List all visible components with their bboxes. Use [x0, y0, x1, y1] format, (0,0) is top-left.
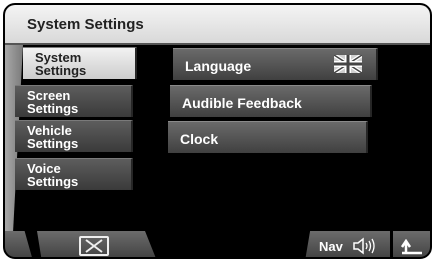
sidebar-item-label: Vehicle Settings — [27, 123, 79, 151]
close-button[interactable] — [37, 231, 157, 257]
left-tab — [5, 231, 33, 257]
nav-label: Nav — [319, 239, 343, 254]
language-button[interactable]: Language — [173, 48, 378, 80]
sidebar-item-label: Screen Settings — [27, 88, 79, 116]
uk-flag-icon — [334, 55, 362, 73]
sidebar-item-vehicle-settings[interactable]: Vehicle Settings — [15, 120, 133, 152]
sidebar-item-label: System Settings — [35, 50, 87, 78]
sidebar-item-screen-settings[interactable]: Screen Settings — [15, 85, 133, 117]
clock-button[interactable]: Clock — [168, 121, 368, 153]
sidebar-item-system-settings[interactable]: System Settings — [23, 47, 137, 79]
speaker-icon — [353, 237, 375, 255]
title-bar: System Settings — [5, 5, 430, 45]
audible-feedback-label: Audible Feedback — [182, 95, 302, 111]
sidebar-item-label: Voice Settings — [27, 161, 79, 189]
page-title: System Settings — [27, 16, 144, 33]
back-button[interactable] — [393, 231, 430, 257]
language-label: Language — [185, 58, 252, 74]
audible-feedback-button[interactable]: Audible Feedback — [170, 85, 372, 117]
sidebar-item-voice-settings[interactable]: Voice Settings — [15, 158, 133, 190]
screen-frame: System Settings System Settings Screen S… — [3, 3, 432, 259]
bottom-bar: Nav — [5, 231, 430, 257]
back-arrow-icon — [400, 239, 422, 255]
close-icon — [79, 236, 109, 256]
clock-label: Clock — [180, 131, 219, 147]
nav-volume-button[interactable]: Nav — [305, 231, 390, 257]
